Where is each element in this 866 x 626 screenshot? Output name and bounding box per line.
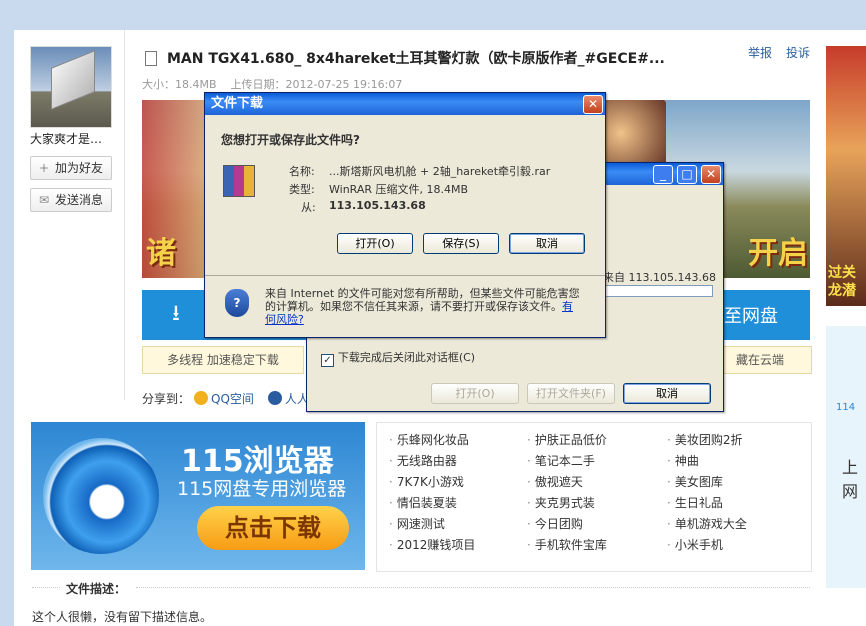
minimize-button[interactable]: _ bbox=[653, 165, 673, 184]
renren-icon[interactable] bbox=[267, 391, 282, 405]
description-text: 这个人很懒，没有留下描述信息。 bbox=[32, 610, 213, 624]
qzone-icon[interactable] bbox=[194, 391, 209, 405]
dialog-title: 文件下载 bbox=[211, 96, 264, 111]
list-item[interactable]: 生日礼品 bbox=[667, 494, 723, 511]
list-item[interactable]: 小米手机 bbox=[667, 536, 723, 553]
type-value: WinRAR 压缩文件, 18.4MB bbox=[329, 183, 469, 196]
file-meta: 大小：18.4MB 上传日期：2012-07-25 19:16:07 bbox=[142, 78, 403, 91]
divider bbox=[124, 30, 125, 400]
multithread-download-button[interactable]: 多线程 加速稳定下载 bbox=[142, 346, 304, 374]
type-label: 类型: bbox=[289, 183, 315, 196]
complain-link[interactable]: 投诉 bbox=[786, 44, 810, 61]
browser-logo-icon bbox=[43, 438, 159, 554]
banner-text-left: 诸 bbox=[146, 236, 176, 271]
list-item[interactable]: 美女图库 bbox=[667, 473, 723, 490]
list-item[interactable]: 傲视遮天 bbox=[527, 473, 583, 490]
side-ad-top[interactable]: 过关 龙潜 bbox=[826, 46, 866, 306]
list-item[interactable]: 无线路由器 bbox=[389, 452, 457, 469]
maximize-button[interactable]: □ bbox=[677, 165, 697, 184]
list-item[interactable]: 美妆团购2折 bbox=[667, 431, 743, 448]
side-ad-number: 114 bbox=[836, 402, 856, 413]
share-bar: 分享到： QQ空间 人人 bbox=[142, 391, 309, 406]
truck-image bbox=[51, 50, 95, 110]
checkbox-check-icon: ✓ bbox=[321, 354, 334, 367]
download-icon: ⭳ bbox=[172, 301, 180, 326]
list-item[interactable]: 7K7K小游戏 bbox=[389, 473, 464, 490]
shield-icon: ? bbox=[225, 289, 249, 317]
list-item[interactable]: 夹克男式装 bbox=[527, 494, 595, 511]
list-item[interactable]: 乐蜂网化妆品 bbox=[389, 431, 469, 448]
from-value: 113.105.143.68 bbox=[329, 199, 426, 212]
open-folder-button[interactable]: 打开文件夹(F) bbox=[527, 383, 615, 404]
save-to-disk-label[interactable]: 至网盘 bbox=[724, 302, 778, 328]
banner-text-right: 开启 bbox=[748, 236, 808, 271]
user-name[interactable]: 大家爽才是… bbox=[30, 130, 120, 147]
file-download-dialog: 文件下载 ✕ 您想打开或保存此文件吗? 名称: ...斯塔斯风电机舱 + 2轴_… bbox=[204, 92, 606, 338]
file-title: MAN TGX41.680_ 8x4hareket土耳其警灯款（欧卡原版作者_#… bbox=[167, 51, 665, 67]
browser-ad[interactable]: 115浏览器 115网盘专用浏览器 点击下载 bbox=[31, 422, 365, 570]
list-item[interactable]: 今日团购 bbox=[527, 515, 583, 532]
name-value: ...斯塔斯风电机舱 + 2轴_hareket牵引毅.rar bbox=[329, 165, 551, 178]
avatar[interactable] bbox=[30, 46, 112, 128]
list-item[interactable]: 2012赚钱项目 bbox=[389, 536, 476, 553]
divider bbox=[32, 587, 60, 588]
security-warning: 来自 Internet 的文件可能对您有所帮助，但某些文件可能危害您的计算机。如… bbox=[265, 287, 580, 326]
save-button[interactable]: 保存(S) bbox=[423, 233, 499, 254]
dialog-question: 您想打开或保存此文件吗? bbox=[221, 133, 360, 147]
ad-download-button[interactable]: 点击下载 bbox=[197, 506, 349, 550]
progress-open-button[interactable]: 打开(O) bbox=[431, 383, 519, 404]
ad-subtitle: 115网盘专用浏览器 bbox=[177, 478, 347, 500]
list-item[interactable]: 笔记本二手 bbox=[527, 452, 595, 469]
divider bbox=[205, 275, 605, 276]
plus-icon: + bbox=[38, 161, 50, 175]
close-button[interactable]: ✕ bbox=[701, 165, 721, 184]
progress-bar bbox=[603, 285, 713, 297]
list-item[interactable]: 神曲 bbox=[667, 452, 699, 469]
side-ad-bottom[interactable]: 114 上 网 bbox=[826, 326, 866, 588]
list-item[interactable]: 情侣装夏装 bbox=[389, 494, 457, 511]
progress-cancel-button[interactable]: 取消 bbox=[623, 383, 711, 404]
add-friend-button[interactable]: + 加为好友 bbox=[30, 156, 112, 180]
progress-from-text: 来自 113.105.143.68 bbox=[603, 271, 716, 284]
links-grid: 乐蜂网化妆品 护肤正品低价 美妆团购2折 无线路由器 笔记本二手 神曲 7K7K… bbox=[376, 422, 812, 572]
close-on-complete-checkbox[interactable]: ✓ 下载完成后关闭此对话框(C) bbox=[321, 349, 475, 367]
report-link[interactable]: 举报 bbox=[748, 44, 772, 61]
message-icon: ✉ bbox=[38, 193, 50, 207]
close-button[interactable]: ✕ bbox=[583, 95, 603, 114]
open-button[interactable]: 打开(O) bbox=[337, 233, 413, 254]
file-icon bbox=[145, 51, 157, 66]
cancel-button[interactable]: 取消 bbox=[509, 233, 585, 254]
list-item[interactable]: 网速测试 bbox=[389, 515, 445, 532]
winrar-icon bbox=[223, 165, 255, 197]
download-titlebar[interactable]: 文件下载 bbox=[205, 93, 605, 115]
from-label: 从: bbox=[301, 201, 316, 214]
send-message-button[interactable]: ✉ 发送消息 bbox=[30, 188, 112, 212]
divider bbox=[136, 587, 810, 588]
list-item[interactable]: 手机软件宝库 bbox=[527, 536, 607, 553]
qzone-link[interactable]: QQ空间 bbox=[211, 392, 254, 406]
side-ad-text: 过关 龙潜 bbox=[828, 265, 856, 299]
list-item[interactable]: 单机游戏大全 bbox=[667, 515, 747, 532]
side-ad-side-text: 上 网 bbox=[842, 458, 859, 501]
name-label: 名称: bbox=[289, 165, 315, 178]
list-item[interactable]: 护肤正品低价 bbox=[527, 431, 607, 448]
